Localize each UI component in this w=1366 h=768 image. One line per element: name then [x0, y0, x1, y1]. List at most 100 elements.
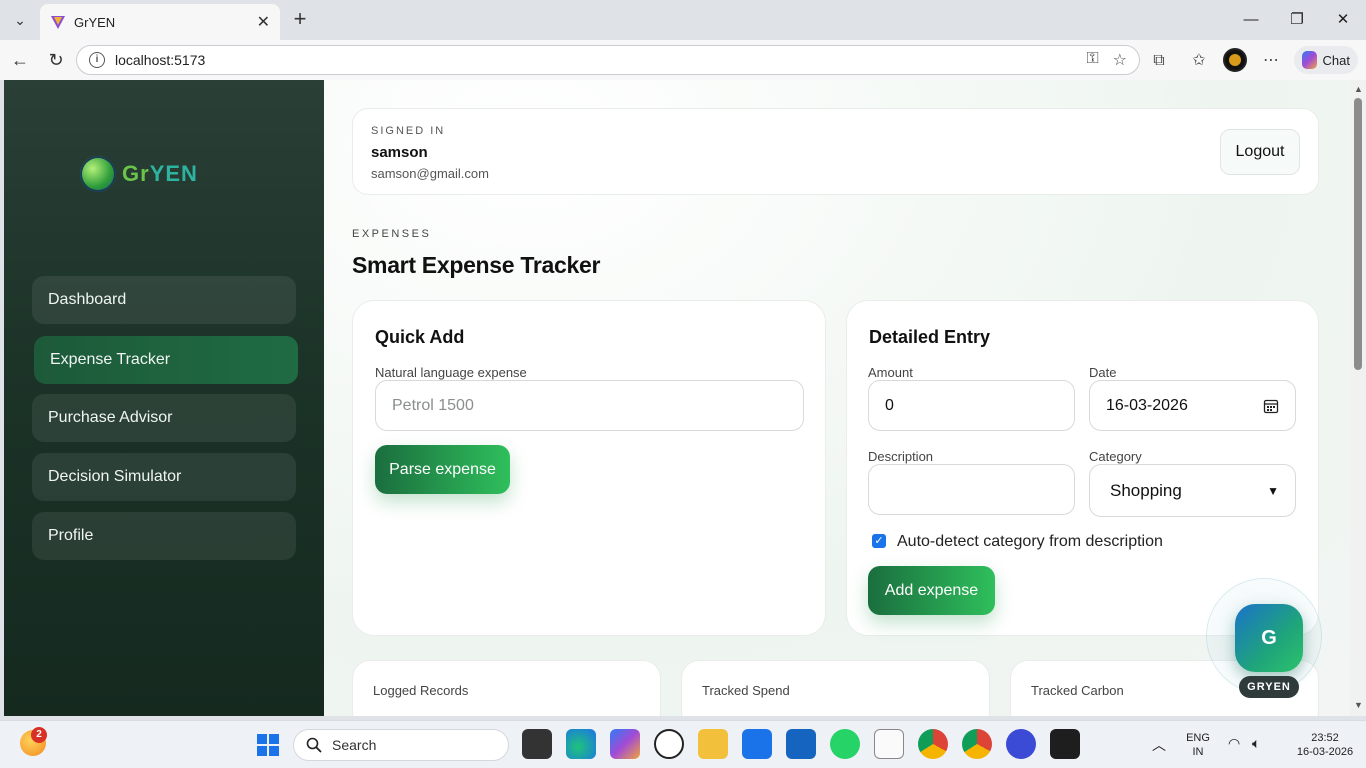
wifi-icon[interactable]: ◠: [1228, 735, 1240, 752]
language-indicator[interactable]: ENG IN: [1184, 731, 1212, 759]
natural-language-label: Natural language expense: [375, 365, 527, 380]
tracked-spend-card: Tracked Spend: [681, 660, 990, 716]
browser-toolbar: ← ↻ i localhost:5173 ⚿ ☆ ⧉ ✩ ⋯: [0, 40, 1366, 80]
outlook-icon[interactable]: [786, 729, 816, 759]
scroll-down-icon[interactable]: ▼: [1354, 700, 1363, 710]
sidebar-item-decision-simulator[interactable]: Decision Simulator: [32, 453, 296, 501]
tracked-spend-label: Tracked Spend: [702, 683, 790, 698]
assistant-button[interactable]: G: [1235, 604, 1303, 672]
minimize-icon[interactable]: —: [1228, 6, 1274, 34]
main-content: SIGNED IN samson samson@gmail.com Logout…: [324, 80, 1350, 716]
sidebar-item-expense-tracker[interactable]: Expense Tracker: [34, 336, 298, 384]
microsoft-store-icon[interactable]: [742, 729, 772, 759]
new-tab-button[interactable]: +: [288, 8, 312, 32]
logged-records-label: Logged Records: [373, 683, 469, 698]
gryen-favicon-icon: [51, 16, 65, 29]
profile-avatar-image: [1229, 54, 1241, 66]
section-label: EXPENSES: [352, 228, 432, 240]
terminal-icon[interactable]: [1050, 729, 1080, 759]
logout-button[interactable]: Logout: [1220, 129, 1300, 175]
whatsapp-icon[interactable]: [830, 729, 860, 759]
url-text: localhost:5173: [115, 52, 206, 68]
task-view-icon[interactable]: [522, 729, 552, 759]
profile-avatar[interactable]: [1223, 48, 1247, 72]
windows-start-icon[interactable]: [256, 733, 280, 757]
extensions-puzzle-icon[interactable]: ⧉: [1148, 50, 1170, 72]
sidebar-item-profile[interactable]: Profile: [32, 512, 296, 560]
assistant-initial: G: [1261, 626, 1277, 649]
clock[interactable]: 23:52 16-03-2026: [1290, 731, 1360, 759]
vpn-app-icon[interactable]: [1006, 729, 1036, 759]
date-value: 16-03-2026: [1106, 396, 1188, 414]
user-name: samson: [371, 144, 428, 161]
back-arrow-icon[interactable]: ←: [8, 48, 32, 72]
close-window-icon[interactable]: ✕: [1320, 6, 1366, 34]
reload-icon[interactable]: ↻: [44, 48, 68, 72]
notification-badge: 2: [31, 727, 47, 743]
favorites-icon[interactable]: ✩: [1188, 50, 1210, 72]
tracked-carbon-label: Tracked Carbon: [1031, 683, 1124, 698]
assistant-label: GRYEN: [1239, 676, 1299, 698]
auto-detect-label[interactable]: Auto-detect category from description: [897, 533, 1163, 551]
user-email: samson@gmail.com: [371, 166, 489, 181]
gryen-logo[interactable]: GrYEN: [80, 156, 198, 192]
os-taskbar: Search ︿ ENG IN ◠ 🔈︎ 23:52 16-03-2026: [0, 720, 1366, 768]
tab-actions-chevron-icon[interactable]: ⌄: [6, 6, 34, 34]
password-key-icon[interactable]: ⚿: [1086, 50, 1098, 70]
tab-close-icon[interactable]: ✕: [257, 12, 270, 32]
site-info-icon[interactable]: i: [89, 52, 105, 68]
favorite-star-icon[interactable]: ☆: [1113, 50, 1127, 70]
amount-value: 0: [885, 396, 894, 414]
search-icon: [306, 737, 322, 753]
category-value: Shopping: [1110, 480, 1182, 500]
signed-in-card: SIGNED IN samson samson@gmail.com Logout: [352, 108, 1319, 195]
file-explorer-icon[interactable]: [698, 729, 728, 759]
taskbar-search-label: Search: [332, 737, 377, 753]
page-scrollbar[interactable]: ▲ ▼: [1350, 80, 1366, 716]
chevron-down-icon: ▼: [1267, 483, 1279, 498]
natural-language-input[interactable]: Petrol 1500: [375, 380, 804, 431]
logo-text: GrYEN: [122, 161, 198, 186]
auto-detect-checkbox[interactable]: ✓: [872, 534, 886, 548]
scroll-up-icon[interactable]: ▲: [1354, 84, 1363, 94]
category-select[interactable]: Shopping ▼: [1089, 464, 1296, 517]
quick-add-card: Quick Add Natural language expense Petro…: [352, 300, 826, 636]
logged-records-card: Logged Records: [352, 660, 661, 716]
copilot-chat-button[interactable]: Chat: [1294, 46, 1358, 74]
amount-input[interactable]: 0: [868, 380, 1075, 431]
scrollbar-thumb[interactable]: [1354, 98, 1362, 370]
chrome-profile-icon[interactable]: [962, 729, 992, 759]
add-expense-button[interactable]: Add expense: [868, 566, 995, 615]
date-input[interactable]: 16-03-2026: [1089, 380, 1296, 431]
browser-tabbar: ⌄ GrYEN ✕ + — ❐ ✕: [0, 0, 1366, 40]
parse-expense-button[interactable]: Parse expense: [375, 445, 510, 494]
page-title: Smart Expense Tracker: [352, 252, 601, 278]
description-input[interactable]: [868, 464, 1075, 515]
edge-browser-icon[interactable]: [566, 729, 596, 759]
natural-language-placeholder: Petrol 1500: [392, 396, 474, 414]
chrome-icon[interactable]: [918, 729, 948, 759]
address-bar[interactable]: i localhost:5173 ⚿ ☆: [76, 45, 1140, 75]
notepad-icon[interactable]: [874, 729, 904, 759]
signed-in-label: SIGNED IN: [371, 125, 446, 137]
more-menu-icon[interactable]: ⋯: [1260, 50, 1282, 72]
quick-add-title: Quick Add: [375, 327, 465, 347]
copilot-app-icon[interactable]: [610, 729, 640, 759]
leaf-logo-icon: [80, 156, 116, 192]
copilot-icon: [1302, 51, 1317, 69]
chatgpt-icon[interactable]: [654, 729, 684, 759]
tray-overflow-chevron-icon[interactable]: ︿: [1152, 735, 1166, 755]
browser-tab[interactable]: GrYEN ✕: [40, 4, 280, 40]
detailed-entry-title: Detailed Entry: [869, 327, 991, 347]
volume-icon[interactable]: 🔈︎: [1252, 735, 1260, 752]
tab-title: GrYEN: [74, 14, 116, 30]
calendar-icon[interactable]: [1263, 398, 1279, 414]
sidebar-item-dashboard[interactable]: Dashboard: [32, 276, 296, 324]
taskbar-search[interactable]: Search: [293, 729, 509, 761]
category-label: Category: [1089, 449, 1142, 464]
maximize-icon[interactable]: ❐: [1274, 6, 1320, 34]
amount-label: Amount: [868, 365, 913, 380]
sidebar: GrYEN Dashboard Expense Tracker Purchase…: [4, 80, 324, 716]
sidebar-item-purchase-advisor[interactable]: Purchase Advisor: [32, 394, 296, 442]
date-label: Date: [1089, 365, 1117, 380]
